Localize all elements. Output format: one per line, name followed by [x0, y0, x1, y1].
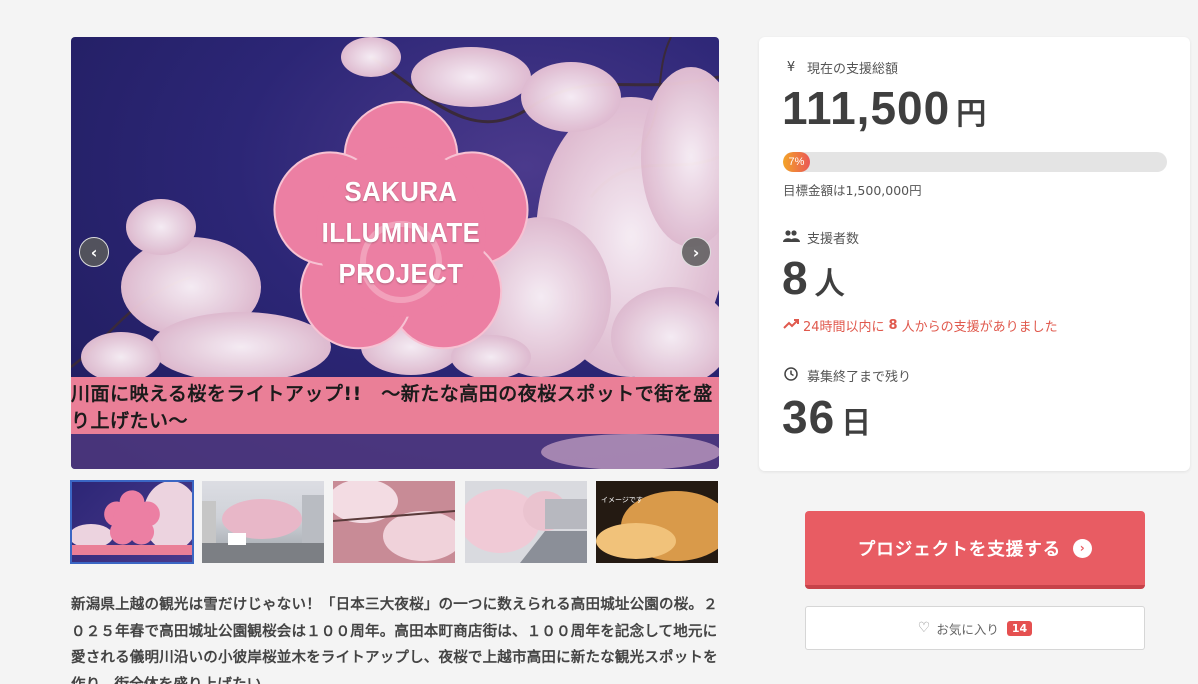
recent-backers-note: 24時間以内に 8 人からの支援がありました [783, 316, 1058, 335]
trending-up-icon [783, 318, 799, 333]
total-amount: 111,500 円 [782, 81, 986, 135]
favorite-label: お気に入り [936, 621, 999, 637]
clock-icon [783, 366, 799, 385]
arrow-right-circle-icon: › [1073, 538, 1093, 558]
project-logo-text: SAKURA ILLUMINATE PROJECT [318, 171, 484, 294]
thumbnail-5[interactable]: イメージです [596, 481, 718, 563]
favorite-button[interactable]: ♡ お気に入り 14 [805, 606, 1145, 650]
support-button-label: プロジェクトを支援する [857, 539, 1062, 560]
thumbnail-1[interactable] [70, 480, 194, 564]
thumbnail-3[interactable] [333, 481, 455, 563]
total-value: 111,500 [782, 82, 951, 134]
support-project-button[interactable]: プロジェクトを支援する › [805, 511, 1145, 589]
yen-icon: ¥ [786, 60, 796, 75]
goal-amount: 目標金額は1,500,000円 [783, 183, 922, 198]
project-description: 新潟県上越の観光は雪だけじゃない！「日本三大夜桜」の一つに数えられる高田城址公園… [71, 597, 718, 684]
funding-progress-bar: 7% [783, 152, 1167, 172]
recent-count: 8 [888, 318, 898, 333]
heart-icon: ♡ [917, 620, 931, 636]
progress-fill: 7% [783, 152, 810, 172]
chevron-right-icon: › [692, 242, 700, 262]
remaining-value: 36 [782, 391, 836, 443]
logo-line-1: SAKURA [344, 176, 458, 207]
backers-count: 8人 [782, 251, 845, 305]
chevron-left-icon: ‹ [90, 242, 98, 262]
thumbnail-caption: イメージです [601, 496, 643, 504]
remaining-unit: 日 [841, 407, 872, 440]
backers-unit: 人 [814, 268, 845, 301]
thumbnail-strip: イメージです [70, 480, 719, 564]
favorite-count-badge: 14 [1006, 620, 1033, 636]
backers-label: 支援者数 [783, 228, 859, 247]
thumbnail-2[interactable] [202, 481, 324, 563]
total-label: ¥ 現在の支援総額 [783, 58, 898, 77]
carousel-next-button[interactable]: › [681, 237, 711, 267]
total-unit: 円 [956, 98, 987, 131]
backers-value: 8 [782, 252, 809, 304]
funding-stats-card: ¥ 現在の支援総額 111,500 円 7% 目標金額は1,500,000円 支援… [759, 37, 1190, 471]
logo-line-3: PROJECT [338, 258, 464, 289]
project-page: SAKURA ILLUMINATE PROJECT 川面に映える桜をライトアップ… [0, 0, 1198, 684]
logo-line-2: ILLUMINATE [321, 217, 481, 248]
remaining-label: 募集終了まで残り [783, 366, 911, 385]
hero-banner: 川面に映える桜をライトアップ!! ～新たな高田の夜桜スポットで街を盛り上げたい～ [71, 377, 719, 434]
users-icon [783, 229, 800, 246]
carousel-prev-button[interactable]: ‹ [79, 237, 109, 267]
progress-text: 7% [788, 156, 805, 168]
remaining-days: 36 日 [782, 390, 871, 444]
thumbnail-4[interactable] [465, 481, 587, 563]
main-project-image: SAKURA ILLUMINATE PROJECT 川面に映える桜をライトアップ… [71, 37, 719, 469]
